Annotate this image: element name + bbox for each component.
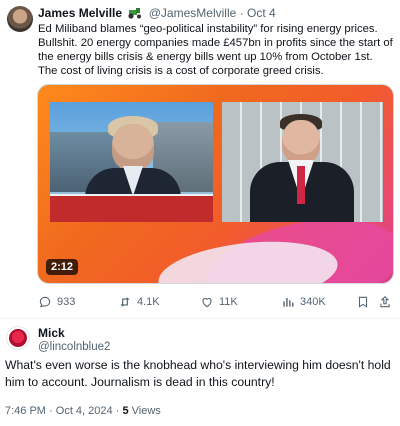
analytics-icon: [283, 297, 294, 307]
video-player[interactable]: 2:12: [37, 84, 394, 284]
repost-icon: [120, 297, 130, 307]
views-count: 340K: [300, 296, 326, 308]
meta-dot: ·: [49, 405, 53, 417]
reply-author-avatar[interactable]: [6, 326, 30, 350]
bookmark-button[interactable]: [356, 293, 370, 311]
like-count: 11K: [219, 296, 238, 308]
reply-button[interactable]: 933: [38, 293, 75, 311]
reply-meta: 7:46 PM · Oct 4, 2024 · 5 Views: [5, 405, 161, 417]
author-avatar[interactable]: [7, 6, 33, 32]
tweet-action-bar: 933 4.1K 11K 340K: [38, 293, 394, 311]
author-name[interactable]: James Melville: [38, 6, 122, 20]
reply-count: 933: [57, 296, 76, 308]
heart-icon: [202, 298, 212, 308]
tweet-header: James Melville @JamesMelville · Oct 4: [38, 6, 276, 20]
club-badge-icon: [9, 329, 27, 347]
tractor-emoji-icon: [127, 7, 143, 19]
video-frame-guest: [222, 102, 383, 222]
reply-date[interactable]: Oct 4, 2024: [56, 405, 113, 417]
tweet-divider: [0, 318, 400, 319]
repost-count: 4.1K: [137, 296, 160, 308]
quoted-tweet[interactable]: James Melville @JamesMelville · Oct 4 Ed…: [0, 0, 400, 318]
meta-dot-2: ·: [115, 405, 120, 417]
like-button[interactable]: 11K: [200, 293, 238, 311]
repost-button[interactable]: 4.1K: [118, 293, 160, 311]
share-button[interactable]: [378, 293, 392, 311]
reply-time[interactable]: 7:46 PM: [5, 405, 46, 417]
video-duration-badge: 2:12: [46, 259, 79, 275]
video-frame-presenter: [50, 102, 213, 222]
views-button[interactable]: 340K: [281, 293, 326, 311]
reply-views-count[interactable]: 5: [122, 405, 128, 417]
tweet-text: Ed Miliband blames “geo-political instab…: [38, 23, 393, 77]
reply-author-name[interactable]: Mick: [38, 326, 65, 340]
header-separator: ·: [239, 6, 244, 20]
reply-text: What's even worse is the knobhead who's …: [5, 358, 391, 389]
reply-author-handle[interactable]: @lincolnblue2: [38, 341, 110, 353]
reply-views-label: Views: [131, 405, 161, 417]
reply-icon: [39, 296, 51, 308]
bookmark-icon: [358, 296, 368, 308]
author-handle[interactable]: @JamesMelville: [149, 6, 237, 20]
share-icon: [380, 296, 390, 308]
tweet-date[interactable]: Oct 4: [247, 6, 276, 20]
